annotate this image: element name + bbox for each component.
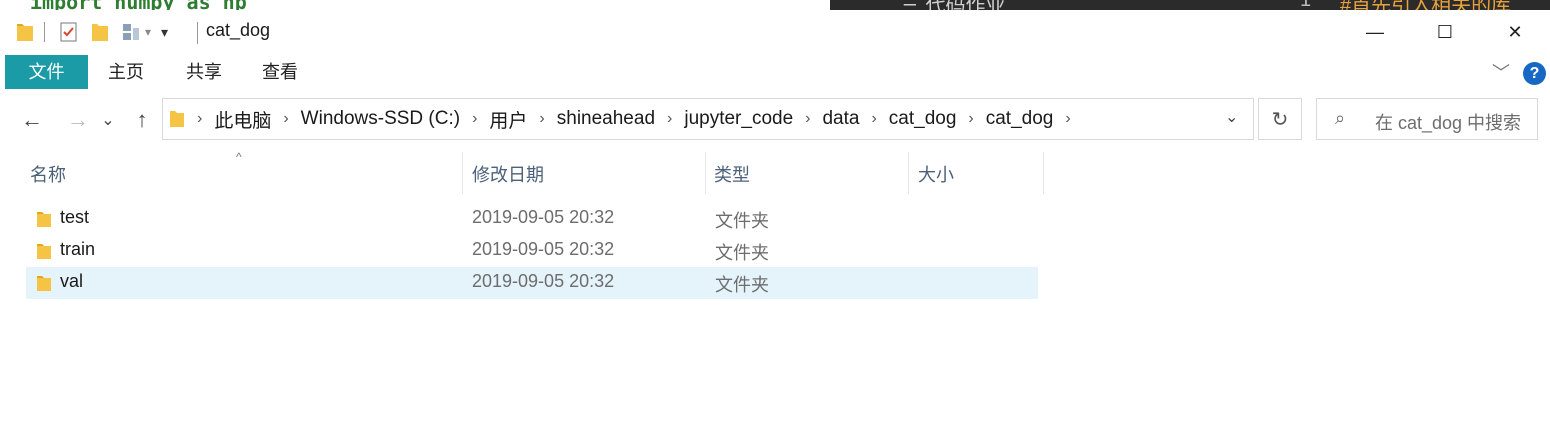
folder-icon [17,24,33,41]
explorer-window: ▾ ▾ cat_dog — ☐ ✕ 文件 主页 共享 查看 ﹀ ? ← → ⌄ … [4,10,1550,440]
breadcrumb-separator-icon[interactable]: › [1065,110,1070,128]
breadcrumb-separator-icon[interactable]: › [197,110,202,128]
folder-icon [37,276,51,291]
file-name: test [60,207,90,227]
forward-button[interactable]: → [62,101,94,139]
breadcrumb-item[interactable]: shineahead [557,108,655,130]
column-header-size[interactable]: 大小 [910,160,1042,196]
column-header-name[interactable]: 名称 [22,160,462,196]
breadcrumb-item[interactable]: cat_dog [986,108,1054,130]
column-divider[interactable] [462,152,463,194]
new-folder-icon[interactable] [91,21,109,43]
search-input[interactable]: 在 cat_dog 中搜索 [1375,109,1521,135]
folder-icon [170,111,184,127]
tab-share[interactable]: 共享 [172,55,236,89]
breadcrumb-separator-icon[interactable]: › [539,110,544,128]
folder-icon [37,212,51,227]
breadcrumb-item[interactable]: data [822,108,859,130]
folder-icon [37,244,51,259]
tab-file[interactable]: 文件 [5,55,88,89]
back-button[interactable]: ← [16,101,48,139]
ribbon-tabs: 文件 主页 共享 查看 ﹀ ? [4,55,1550,89]
breadcrumb-separator-icon[interactable]: › [871,110,876,128]
customize-toolbar-icon[interactable]: ▾ [161,24,168,41]
breadcrumb-item[interactable]: 用户 [489,106,527,133]
breadcrumb-separator-icon[interactable]: › [667,110,672,128]
tab-view[interactable]: 查看 [248,55,312,89]
expand-ribbon-icon[interactable]: ﹀ [1492,59,1510,85]
up-button[interactable]: ↑ [126,101,158,139]
breadcrumb-separator-icon[interactable]: › [283,110,288,128]
file-name: val [60,271,84,291]
breadcrumb-separator-icon[interactable]: › [968,110,973,128]
file-type: 文件夹 [715,243,769,263]
breadcrumb-item[interactable]: Windows-SSD (C:) [301,108,460,130]
minimize-button[interactable]: — [1340,10,1410,55]
maximize-button[interactable]: ☐ [1410,10,1480,55]
column-divider[interactable] [908,152,909,194]
column-divider[interactable] [1043,152,1044,194]
column-header-type[interactable]: 类型 [706,160,906,196]
properties-icon[interactable] [59,21,79,43]
view-options-dropdown-icon[interactable]: ▾ [145,25,151,39]
file-name: train [60,239,96,259]
list-item[interactable]: val 2019-09-05 20:32 文件夹 [26,267,1038,299]
refresh-button[interactable]: ↻ [1258,98,1302,140]
file-modified: 2019-09-05 20:32 [472,207,615,227]
toolbar-separator [44,22,45,42]
breadcrumb-item[interactable]: cat_dog [889,108,957,130]
title-separator [197,22,198,44]
list-item[interactable]: test 2019-09-05 20:32 文件夹 [26,203,1038,235]
title-bar: ▾ ▾ cat_dog — ☐ ✕ [4,10,1550,55]
breadcrumb-item[interactable]: jupyter_code [684,108,793,130]
column-header-modified[interactable]: 修改日期 [464,160,704,196]
tab-home[interactable]: 主页 [94,55,158,89]
address-dropdown-icon[interactable]: ⌄ [1225,107,1238,127]
search-icon: ⌕ [1335,108,1346,128]
breadcrumb-item[interactable]: 此电脑 [214,106,271,133]
close-button[interactable]: ✕ [1480,10,1550,55]
file-modified: 2019-09-05 20:32 [472,239,615,259]
view-options-icon[interactable] [121,21,143,43]
file-type: 文件夹 [715,211,769,231]
file-modified: 2019-09-05 20:32 [472,271,615,291]
breadcrumb-separator-icon[interactable]: › [805,110,810,128]
quick-access-toolbar: ▾ ▾ [16,20,168,44]
breadcrumb: › 此电脑 › Windows-SSD (C:) › 用户 › shineahead › jupy… [185,99,1083,139]
help-icon[interactable]: ? [1523,62,1546,85]
recent-locations-button[interactable]: ⌄ [96,101,120,139]
file-type: 文件夹 [715,275,769,295]
search-box[interactable]: ⌕ 在 cat_dog 中搜索 [1316,98,1538,140]
list-item[interactable]: train 2019-09-05 20:32 文件夹 [26,235,1038,267]
breadcrumb-separator-icon[interactable]: › [472,110,477,128]
window-title: cat_dog [206,20,271,40]
address-bar[interactable]: › 此电脑 › Windows-SSD (C:) › 用户 › shineahead › jupy… [162,98,1254,140]
